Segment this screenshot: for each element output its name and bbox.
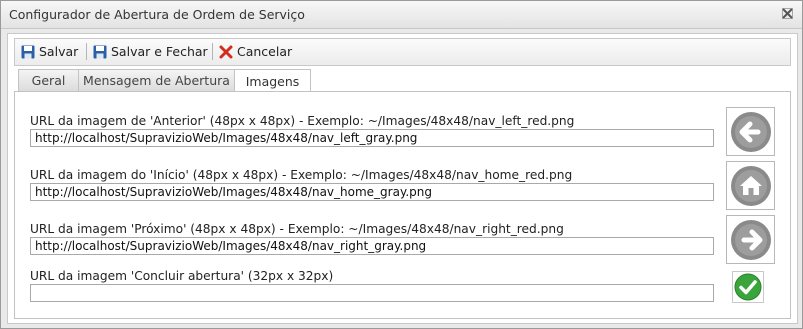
save-button[interactable]: Salvar [21,41,78,62]
cancel-button[interactable]: Cancelar [219,41,292,62]
inicio-image-preview [726,161,775,210]
anterior-url-input[interactable] [30,129,714,147]
floppy-disk-icon [93,45,107,58]
inicio-url-label: URL da imagem do 'Início' (48px x 48px) … [30,168,573,182]
concluir-url-input[interactable] [30,284,714,302]
checkmark-icon [732,271,764,303]
tab-mensagem-de-abertura[interactable]: Mensagem de Abertura [78,69,235,91]
dialog-window: Configurador de Abertura de Ordem de Ser… [0,0,803,329]
dialog-content: Salvar Salvar e Fechar Cancelar Geral Me… [7,33,798,324]
arrow-left-icon [730,111,771,152]
window-title: Configurador de Abertura de Ordem de Ser… [9,7,305,22]
cancel-x-icon [219,45,233,58]
floppy-disk-icon [21,45,35,58]
home-icon [730,165,771,206]
save-label: Salvar [39,44,79,59]
proximo-url-label: URL da imagem 'Próximo' (48px x 48px) - … [30,222,564,236]
inicio-url-input[interactable] [30,183,714,201]
tab-geral[interactable]: Geral [18,69,79,91]
save-and-close-button[interactable]: Salvar e Fechar [93,41,208,62]
tab-imagens[interactable]: Imagens [234,69,311,92]
save-and-close-label: Salvar e Fechar [111,44,208,59]
close-icon[interactable] [781,8,794,21]
toolbar-separator [86,43,87,60]
images-panel: URL da imagem de 'Anterior' (48px x 48px… [14,91,791,319]
title-bar: Configurador de Abertura de Ordem de Ser… [1,1,802,29]
toolbar-separator [212,43,213,60]
anterior-url-label: URL da imagem de 'Anterior' (48px x 48px… [30,114,575,128]
concluir-url-label: URL da imagem 'Concluir abertura' (32px … [30,269,334,283]
arrow-right-icon [730,219,771,260]
proximo-url-input[interactable] [30,237,714,255]
toolbar: Salvar Salvar e Fechar Cancelar [14,38,791,66]
cancel-label: Cancelar [237,44,293,59]
proximo-image-preview [726,215,775,264]
anterior-image-preview [726,107,775,156]
